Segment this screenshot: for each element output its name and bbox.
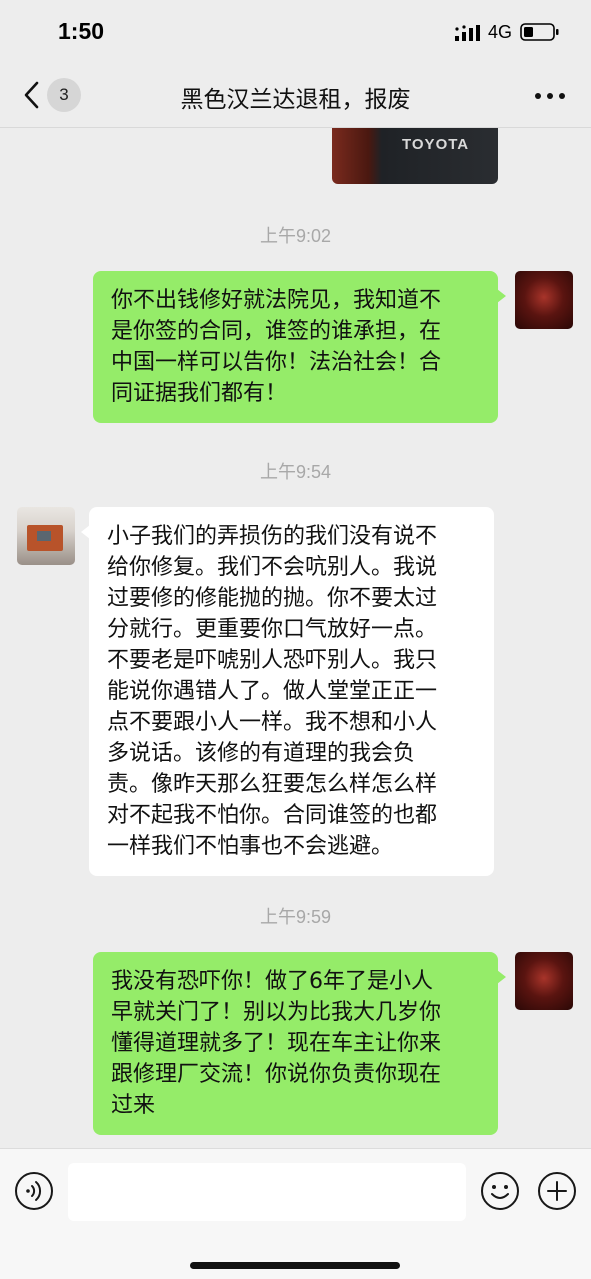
back-button[interactable]: 3 xyxy=(14,76,86,114)
home-indicator xyxy=(190,1262,400,1269)
timestamp: 上午9:54 xyxy=(259,462,332,482)
message-line: 点不要跟小人一样。我不想和小人 xyxy=(107,710,438,735)
plus-icon[interactable] xyxy=(537,1171,577,1211)
message-line: 责。像昨天那么狂要怎么样怎么样 xyxy=(107,772,438,797)
network-label: 4G xyxy=(488,22,513,42)
timestamp: 上午9:59 xyxy=(259,907,332,927)
message-line: 对不起我不怕你。合同谁签的也都 xyxy=(107,803,438,828)
more-icon[interactable] xyxy=(532,84,568,108)
battery-icon xyxy=(520,23,559,41)
signal-icon xyxy=(455,25,480,41)
status-bar: 1:50 4G xyxy=(0,0,591,62)
image-message[interactable]: TOYOTA xyxy=(332,128,498,184)
contact-avatar[interactable] xyxy=(17,507,75,565)
nav-bar: 3 黑色汉兰达退租，报废 xyxy=(0,62,591,128)
status-time: 1:50 xyxy=(58,18,105,44)
message-line: 中国一样可以告你！法治社会！合 xyxy=(111,350,442,375)
input-bar xyxy=(0,1148,591,1279)
message-line: 多说话。该修的有道理的我会负 xyxy=(107,741,416,766)
message-line: 分就行。更重要你口气放好一点。 xyxy=(107,617,438,642)
message-line: 能说你遇错人了。做人堂堂正正一 xyxy=(107,679,438,704)
chevron-left-icon xyxy=(24,81,39,109)
my-avatar[interactable] xyxy=(515,952,573,1010)
message-line: 懂得道理就多了！现在车主让你来 xyxy=(111,1031,442,1056)
message-line: 同证据我们都有！ xyxy=(111,381,288,406)
unread-count-badge: 3 xyxy=(47,78,81,112)
sent-message-bubble[interactable]: 你不出钱修好就法院见，我知道不 是你签的合同，谁签的谁承担，在 中国一样可以告你… xyxy=(93,271,506,423)
message-line: 不要老是吓唬别人恐吓别人。我只 xyxy=(107,648,438,673)
message-line: 你不出钱修好就法院见，我知道不 xyxy=(111,288,442,313)
message-line: 小子我们的弄损伤的我们没有说不 xyxy=(107,524,438,549)
timestamp: 上午9:02 xyxy=(259,226,332,246)
message-line: 早就关门了！别以为比我大几岁你 xyxy=(111,1000,442,1025)
sent-message-bubble[interactable]: 我没有恐吓你！做了6年了是小人 早就关门了！别以为比我大几岁你 懂得道理就多了！… xyxy=(93,952,506,1135)
voice-icon[interactable] xyxy=(14,1171,54,1211)
emoji-icon[interactable] xyxy=(480,1171,520,1211)
chat-title: 黑色汉兰达退租，报废 xyxy=(180,87,411,113)
chat-area[interactable]: TOYOTA 上午9:02 你不出钱修好就法院见，我知道不 是你签的合同，谁签的… xyxy=(0,128,591,1148)
received-message-bubble[interactable]: 小子我们的弄损伤的我们没有说不 给你修复。我们不会吭别人。我说 过要修的修能抛的… xyxy=(81,507,494,876)
message-line: 过要修的修能抛的抛。你不要太过 xyxy=(107,586,438,611)
message-line: 一样我们不怕事也不会逃避。 xyxy=(107,834,394,859)
message-line: 我没有恐吓你！做了6年了是小人 xyxy=(111,969,433,994)
message-line: 过来 xyxy=(111,1093,156,1118)
message-input[interactable] xyxy=(68,1163,466,1221)
message-line: 跟修理厂交流！你说你负责你现在 xyxy=(111,1062,442,1087)
my-avatar[interactable] xyxy=(515,271,573,329)
message-line: 给你修复。我们不会吭别人。我说 xyxy=(107,555,438,580)
image-caption-text: TOYOTA xyxy=(402,136,470,153)
message-line: 是你签的合同，谁签的谁承担，在 xyxy=(111,319,442,344)
